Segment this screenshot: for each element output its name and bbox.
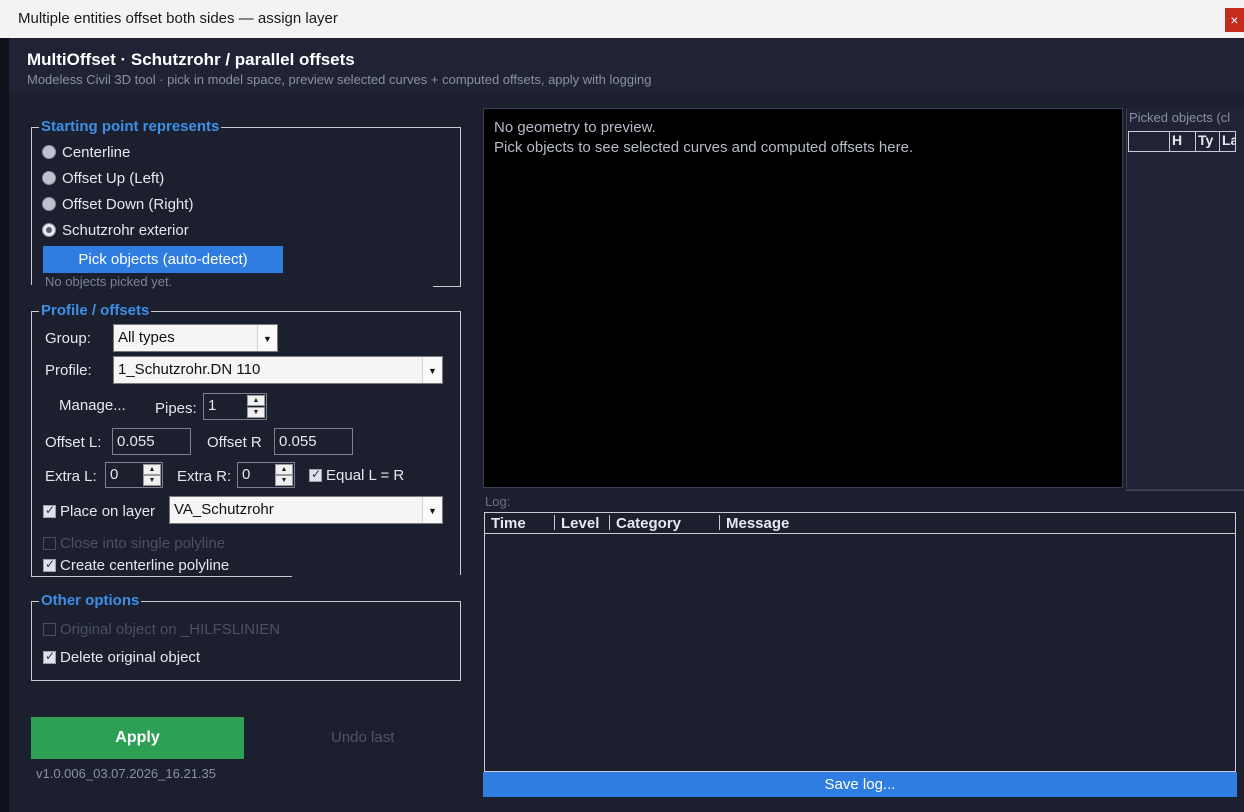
create-centerline-checkbox[interactable] [43, 557, 56, 572]
window-left-edge [0, 38, 9, 812]
radio-label: Schutzrohr exterior [62, 221, 189, 239]
extra-r-value: 0 [242, 466, 251, 483]
radio-schutzrohr-exterior[interactable]: Schutzrohr exterior [42, 219, 189, 241]
close-button[interactable]: × [1225, 8, 1244, 32]
apply-button[interactable]: Apply [31, 717, 244, 759]
original-hilfslinien-label: Original object on _HILFSLINIEN [60, 621, 281, 638]
offset-l-label: Offset L: [45, 434, 102, 451]
picked-column-header[interactable]: H [1169, 132, 1191, 151]
pipes-label: Pipes: [155, 400, 197, 417]
extra-r-stepper[interactable]: 0 ▲ ▼ [237, 462, 295, 488]
window-title: Multiple entities offset both sides — as… [18, 10, 338, 27]
save-log-button[interactable]: Save log... [483, 772, 1237, 797]
offset-l-field[interactable]: 0.055 [112, 428, 191, 455]
splitter[interactable] [1126, 489, 1244, 491]
version-text: v1.0.006_03.07.2026_16.21.35 [36, 766, 217, 781]
radio-button[interactable] [42, 197, 56, 211]
stepper-down-icon[interactable]: ▼ [143, 475, 161, 486]
offset-l-value: 0.055 [117, 433, 155, 450]
group-label: Group: [45, 330, 91, 347]
group-combo[interactable]: All types ▼ [113, 324, 278, 352]
radio-offset-up-left[interactable]: Offset Up (Left) [42, 167, 164, 189]
radio-centerline[interactable]: Centerline [42, 141, 130, 163]
original-hilfslinien-checkbox[interactable] [43, 623, 56, 636]
profile-offsets-legend: Profile / offsets [39, 302, 152, 319]
log-column-category[interactable]: Category [609, 512, 719, 534]
radio-button[interactable] [42, 145, 56, 159]
delete-original-checkbox[interactable] [43, 649, 56, 664]
offset-r-field[interactable]: 0.055 [274, 428, 353, 455]
radio-button[interactable] [42, 171, 56, 185]
pipes-stepper[interactable]: 1 ▲ ▼ [203, 393, 267, 420]
window-titlebar: Multiple entities offset both sides — as… [0, 0, 1244, 38]
equal-lr-label: Equal L = R [326, 467, 405, 484]
stepper-up-icon[interactable]: ▲ [275, 464, 293, 475]
stepper-down-icon[interactable]: ▼ [275, 475, 293, 486]
chevron-down-icon[interactable]: ▼ [422, 357, 442, 383]
picked-column-header[interactable]: La [1219, 132, 1236, 151]
radio-label: Offset Down (Right) [62, 195, 194, 213]
extra-l-label: Extra L: [45, 468, 97, 485]
close-polyline-label: Close into single polyline [60, 535, 226, 552]
radio-button-selected[interactable] [42, 223, 56, 237]
geometry-preview[interactable]: No geometry to preview. Pick objects to … [483, 108, 1123, 488]
log-label: Log: [485, 494, 511, 509]
stepper-up-icon[interactable]: ▲ [247, 395, 265, 406]
radio-label: Centerline [62, 143, 131, 161]
place-on-layer-checkbox[interactable] [43, 503, 56, 518]
picked-objects-title: Picked objects (cl [1129, 110, 1231, 125]
extra-r-label: Extra R: [177, 468, 232, 485]
manage-button[interactable]: Manage... [59, 397, 126, 414]
offset-r-label: Offset R [207, 434, 262, 451]
chevron-down-icon[interactable]: ▼ [422, 497, 442, 523]
extra-l-value: 0 [110, 466, 119, 483]
pipes-value: 1 [208, 397, 217, 414]
starting-point-legend: Starting point represents [39, 118, 222, 135]
picked-objects-panel [1126, 108, 1244, 488]
preview-empty-title: No geometry to preview. [494, 119, 656, 136]
group-combo-value: All types [118, 329, 175, 346]
offset-r-value: 0.055 [279, 433, 317, 450]
equal-lr-checkbox[interactable] [309, 467, 322, 482]
other-options-legend: Other options [39, 592, 142, 609]
preview-empty-hint: Pick objects to see selected curves and … [494, 139, 914, 156]
profile-label: Profile: [45, 362, 92, 379]
profile-combo[interactable]: 1_Schutzrohr.DN 110 ▼ [113, 356, 443, 384]
profile-combo-value: 1_Schutzrohr.DN 110 [118, 361, 261, 378]
radio-label: Offset Up (Left) [62, 169, 165, 187]
picked-objects-table-header: H Ty La [1128, 131, 1236, 152]
log-column-message[interactable]: Message [719, 512, 919, 534]
radio-offset-down-right[interactable]: Offset Down (Right) [42, 193, 193, 215]
pick-status-text: No objects picked yet. [45, 274, 173, 289]
close-polyline-checkbox[interactable] [43, 537, 56, 550]
log-column-time[interactable]: Time [484, 512, 554, 534]
pick-objects-button[interactable]: Pick objects (auto-detect) [43, 246, 283, 273]
stepper-down-icon[interactable]: ▼ [247, 407, 265, 418]
layer-combo-value: VA_Schutzrohr [174, 501, 274, 518]
delete-original-label: Delete original object [60, 649, 201, 666]
place-on-layer-label: Place on layer [60, 503, 156, 520]
chevron-down-icon[interactable]: ▼ [257, 325, 277, 351]
extra-l-stepper[interactable]: 0 ▲ ▼ [105, 462, 163, 488]
stepper-up-icon[interactable]: ▲ [143, 464, 161, 475]
undo-last-button[interactable]: Undo last [331, 729, 394, 746]
layer-combo[interactable]: VA_Schutzrohr ▼ [169, 496, 443, 524]
close-icon: × [1230, 12, 1239, 28]
log-column-level[interactable]: Level [554, 512, 609, 534]
create-centerline-label: Create centerline polyline [60, 557, 230, 574]
log-table[interactable] [484, 512, 1236, 772]
app-subtitle: Modeless Civil 3D tool · pick in model s… [27, 72, 652, 87]
group-border-gap [292, 575, 462, 579]
app-title: MultiOffset · Schutzrohr / parallel offs… [27, 50, 355, 69]
log-table-header: Time Level Category Message [484, 512, 1236, 534]
picked-column-header[interactable]: Ty [1195, 132, 1215, 151]
other-options-group [31, 601, 461, 681]
